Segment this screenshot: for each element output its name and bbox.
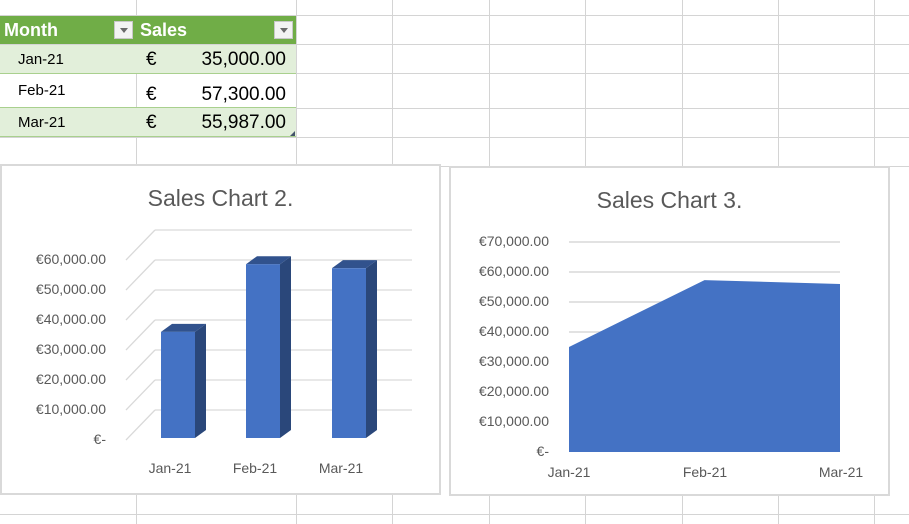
gridline-side: [125, 319, 156, 351]
currency-cell: €: [146, 112, 157, 133]
bar: [246, 264, 280, 438]
gridline-side: [125, 379, 156, 411]
month-cell: Jan-21: [18, 51, 64, 68]
bar-side: [366, 260, 377, 438]
amount-cell: 35,000.00: [201, 49, 286, 70]
amount-cell: 55,987.00: [201, 112, 286, 133]
month-cell: Mar-21: [18, 114, 66, 131]
sales-chart-3[interactable]: Sales Chart 3. €- €10,000.00 €20,000.00 €30…: [449, 166, 890, 496]
table-row[interactable]: Feb-21 € 57,300.00: [0, 74, 296, 108]
month-cell: Feb-21: [18, 82, 66, 99]
chart-plot-area: [569, 241, 840, 452]
sales-chart-2[interactable]: Sales Chart 2. €- €10,000.00 €20,000.00 €30…: [0, 164, 441, 495]
header-month[interactable]: Month: [4, 16, 58, 44]
sales-filter-button[interactable]: [274, 21, 293, 39]
row-divider: [0, 137, 909, 138]
bar: [332, 268, 366, 438]
chart-plot-area: [125, 229, 412, 441]
header-sales[interactable]: Sales: [140, 16, 187, 44]
gridline-side: [125, 409, 156, 441]
row-divider: [0, 514, 909, 515]
gridline-side: [125, 349, 156, 381]
gridline-side: [125, 289, 156, 321]
currency-cell: €: [146, 49, 157, 70]
amount-cell: 57,300.00: [201, 84, 286, 105]
gridline-side: [125, 229, 156, 261]
row-border: [0, 136, 296, 137]
bar-side: [195, 323, 206, 438]
month-filter-button[interactable]: [114, 21, 133, 39]
table-row[interactable]: Jan-21 € 35,000.00: [0, 45, 296, 74]
table-row[interactable]: Mar-21 € 55,987.00: [0, 108, 296, 137]
currency-cell: €: [146, 84, 157, 105]
table-header: Month Sales: [0, 16, 296, 44]
area-series: [569, 280, 840, 452]
bar-side: [280, 256, 291, 438]
bar: [161, 331, 195, 438]
gridline-side: [125, 259, 156, 291]
